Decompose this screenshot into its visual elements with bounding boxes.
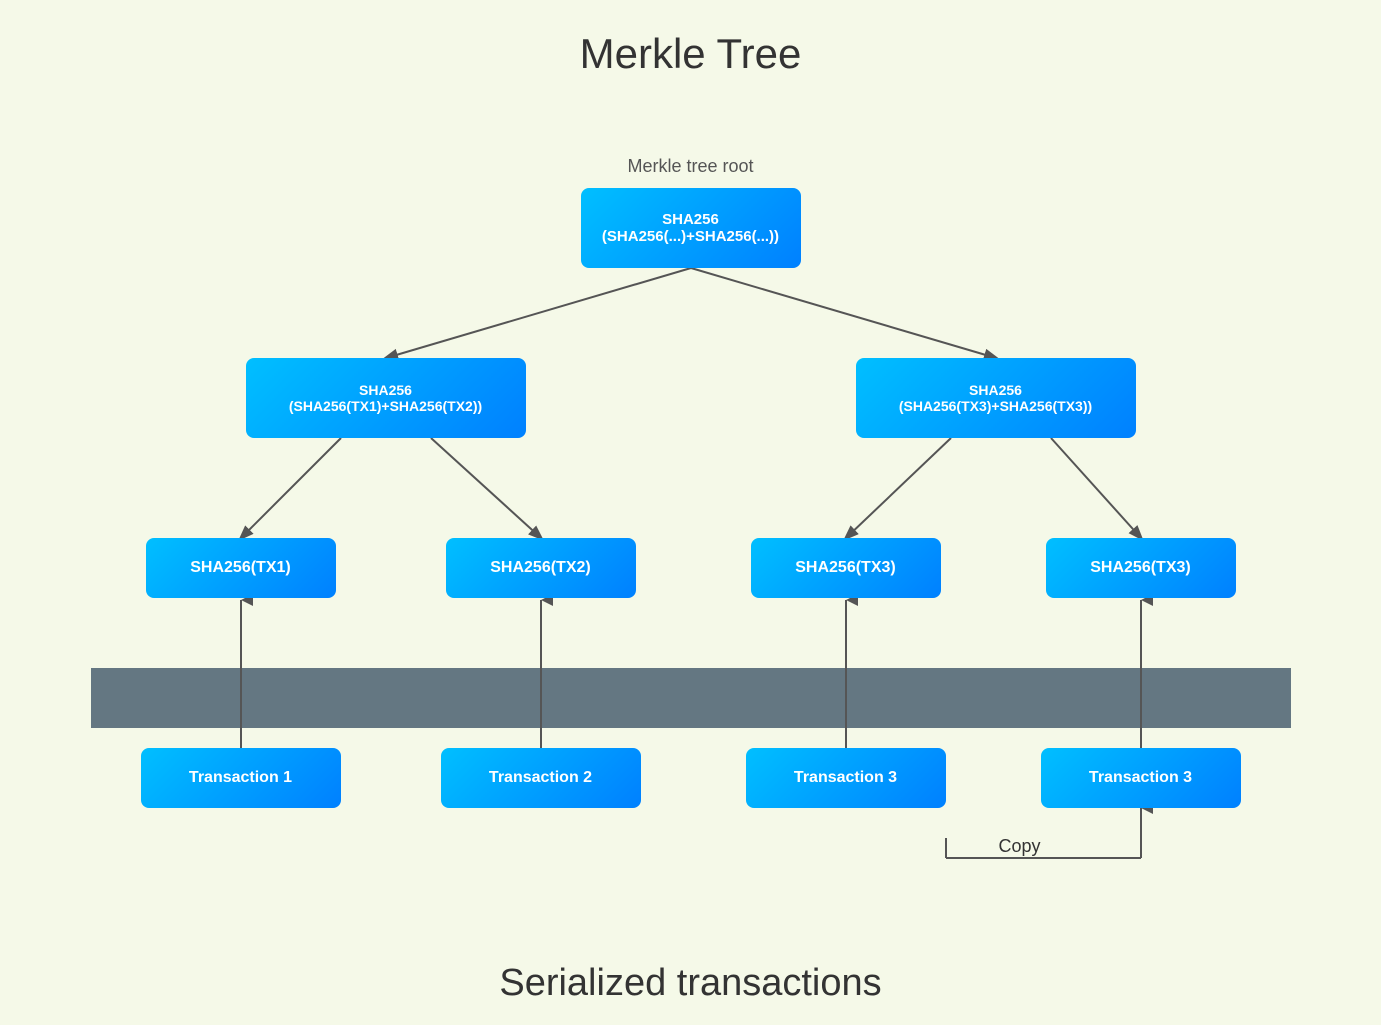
bottom-label: Serialized transactions (499, 962, 881, 1005)
node-trans1: Transaction 1 (141, 748, 341, 808)
node-tx2: SHA256(TX2) (446, 538, 636, 598)
node-trans3a: Transaction 3 (746, 748, 946, 808)
node-tx3a: SHA256(TX3) (751, 538, 941, 598)
root-label: Merkle tree root (581, 156, 801, 177)
node-tx3b: SHA256(TX3) (1046, 538, 1236, 598)
copy-label: Copy (999, 836, 1041, 857)
dark-band (91, 668, 1291, 728)
diagram-container: Merkle tree root (91, 108, 1291, 952)
node-right: SHA256(SHA256(TX3)+SHA256(TX3)) (856, 358, 1136, 438)
page-title: Merkle Tree (580, 30, 802, 78)
node-right-text: SHA256(SHA256(TX3)+SHA256(TX3)) (899, 382, 1092, 414)
node-tx1: SHA256(TX1) (146, 538, 336, 598)
node-trans3b: Transaction 3 (1041, 748, 1241, 808)
node-left: SHA256(SHA256(TX1)+SHA256(TX2)) (246, 358, 526, 438)
node-left-text: SHA256(SHA256(TX1)+SHA256(TX2)) (289, 382, 482, 414)
node-trans2: Transaction 2 (441, 748, 641, 808)
node-root: SHA256(SHA256(...)+SHA256(...)) (581, 188, 801, 268)
node-root-text: SHA256(SHA256(...)+SHA256(...)) (602, 211, 779, 245)
